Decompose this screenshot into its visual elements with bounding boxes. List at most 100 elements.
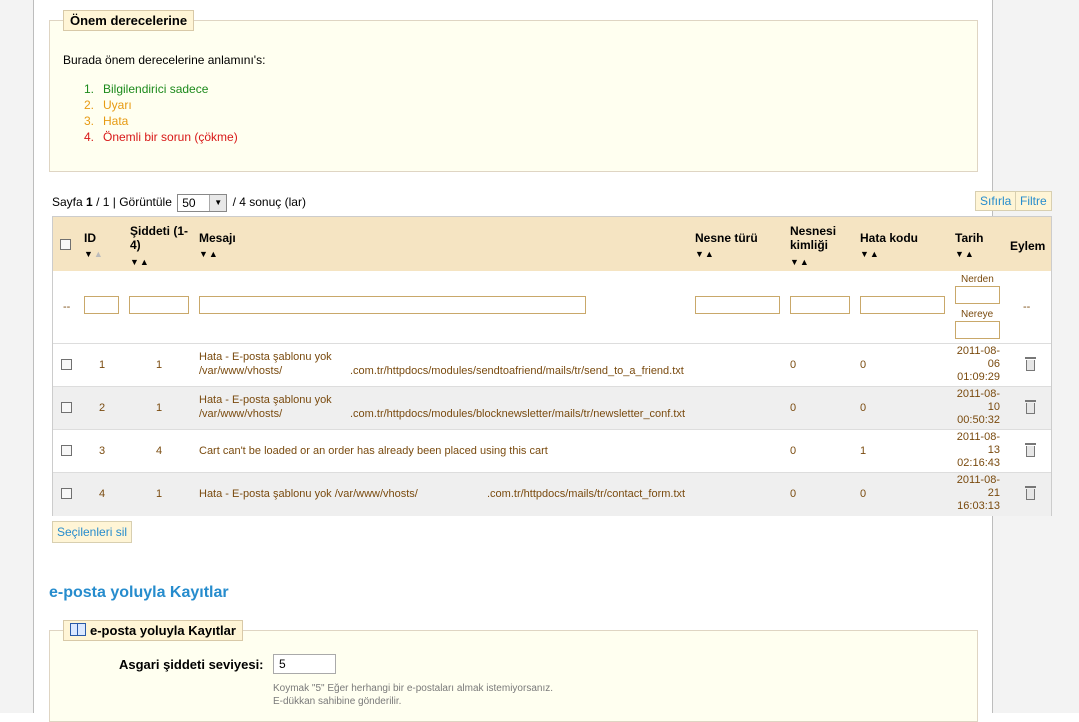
pager: Sayfa 1 / 1 | Görüntüle 50 ▼ / 4 sonuç (… (52, 194, 306, 212)
sort-object-id[interactable]: ▼▲ (790, 257, 810, 267)
delete-selected-button[interactable]: Seçilenleri sil (52, 521, 133, 543)
severity-legend: Önem derecelerine (63, 10, 195, 31)
email-section-title: e-posta yoluyla Kayıtlar (49, 584, 229, 601)
filter-message-input[interactable] (199, 296, 586, 314)
severity-level-label: Hata (103, 114, 129, 128)
row-date-line2: 10 (987, 401, 1000, 413)
sort-id[interactable]: ▼▲ (84, 249, 104, 259)
trash-icon[interactable] (1025, 443, 1036, 457)
row-date-line1: 2011-08- (956, 388, 1000, 400)
severity-level-label: Bilgilendirici sadece (103, 82, 209, 96)
logs-table: ID ▼▲ Şiddeti (1-4) ▼▲ Mesajı ▼▲ Nesne t… (52, 216, 1052, 516)
severity-level-label: Uyarı (103, 98, 132, 112)
min-severity-hint-1: Koymak "5" Eğer herhangi bir e-postaları… (273, 683, 553, 694)
sort-object-type[interactable]: ▼▲ (695, 249, 715, 259)
severity-level-item: 1. Bilgilendirici sadece (84, 82, 208, 96)
sort-date[interactable]: ▼▲ (955, 249, 975, 259)
row-error-code: 0 (860, 359, 867, 371)
min-severity-hint-2: E-dükkan sahibine gönderilir. (273, 696, 402, 707)
severity-level-label: Önemli bir sorun (çökme) (103, 130, 238, 144)
book-icon (70, 623, 86, 636)
row-message-line3: .com.tr/httpdocs/modules/sendtoafriend/m… (350, 365, 684, 377)
filter-object-id-input[interactable] (790, 296, 850, 314)
row-date-line2: 13 (987, 444, 1000, 456)
row-severity: 1 (156, 488, 163, 500)
table-row: 2 1 Hata - E-posta şablonu yok/var/www/vho… (53, 386, 1051, 430)
severity-level-number: 2. (84, 98, 95, 112)
per-page-select[interactable]: 50 ▼ (177, 194, 228, 212)
row-severity: 4 (156, 445, 163, 457)
chevron-down-icon[interactable]: ▼ (209, 195, 227, 211)
row-error-code: 0 (860, 402, 867, 414)
trash-icon[interactable] (1025, 357, 1036, 371)
row-severity: 1 (156, 402, 163, 414)
row-id: 3 (99, 445, 106, 457)
table-row: 3 4 Cart can't be loaded or an order has a… (53, 429, 1051, 473)
filter-severity-input[interactable] (129, 296, 189, 314)
filter-button[interactable]: Filtre (1015, 191, 1052, 211)
pager-result: / 4 sonuç (lar) (232, 195, 306, 210)
severity-fieldset (49, 20, 978, 172)
left-gutter (0, 0, 34, 713)
pager-total: / 1 | Görüntüle (96, 195, 172, 210)
severity-level-number: 3. (84, 114, 95, 128)
filter-object-type-input[interactable] (695, 296, 780, 314)
reset-button[interactable]: Sıfırla (975, 191, 1017, 211)
table-header: ID ▼▲ Şiddeti (1-4) ▼▲ Mesajı ▼▲ Nesne t… (53, 217, 1051, 271)
row-date-line2: 21 (987, 487, 1000, 499)
min-severity-label: Asgari şiddeti seviyesi: (119, 657, 264, 672)
severity-intro: Burada önem derecelerine anlamını's: (63, 53, 266, 67)
col-action: Eylem (1010, 239, 1046, 253)
row-date-time: 16:03:13 (957, 500, 1000, 512)
filter-dash: -- (63, 301, 71, 313)
filter-date-from-input[interactable] (955, 286, 1000, 304)
severity-level-item: 3. Hata (84, 114, 128, 128)
row-message-line1: Hata - E-posta şablonu yok /var/www/vhos… (199, 488, 418, 500)
table-row: 1 1 Hata - E-posta şablonu yok/var/www/vho… (53, 343, 1051, 387)
row-date-time: 02:16:43 (957, 457, 1000, 469)
filter-date-to-label: Nereye (961, 309, 994, 320)
col-severity: Şiddeti (1-4) (130, 224, 189, 252)
row-object-id: 0 (790, 402, 797, 414)
row-checkbox[interactable] (61, 402, 72, 413)
row-checkbox[interactable] (61, 359, 72, 370)
row-checkbox[interactable] (61, 445, 72, 456)
table-row: 4 1 Hata - E-posta şablonu yok /var/www/vh… (53, 472, 1051, 516)
row-error-code: 0 (860, 488, 867, 500)
severity-level-number: 4. (84, 130, 95, 144)
row-object-id: 0 (790, 488, 797, 500)
sort-error-code[interactable]: ▼▲ (860, 249, 880, 259)
email-legend: e-posta yoluyla Kayıtlar (63, 620, 243, 641)
row-checkbox[interactable] (61, 488, 72, 499)
filter-date-to-input[interactable] (955, 321, 1000, 339)
email-legend-text: e-posta yoluyla Kayıtlar (90, 623, 236, 638)
filter-id-input[interactable] (84, 296, 119, 314)
trash-icon[interactable] (1025, 486, 1036, 500)
filter-error-code-input[interactable] (860, 296, 945, 314)
row-date-line2: 06 (987, 358, 1000, 370)
row-message-line2: /var/www/vhosts/ (199, 408, 283, 420)
row-message-line1: Hata - E-posta şablonu yok (199, 394, 332, 406)
sort-severity[interactable]: ▼▲ (130, 257, 150, 267)
col-object-id: Nesnesi kimliği (790, 224, 837, 252)
filter-action-dash: -- (1023, 301, 1031, 313)
severity-level-item: 2. Uyarı (84, 98, 132, 112)
row-date-time: 01:09:29 (957, 371, 1000, 383)
pager-page: 1 (86, 195, 93, 210)
select-all-checkbox[interactable] (60, 239, 71, 250)
min-severity-input[interactable] (273, 654, 336, 674)
row-message-line3: .com.tr/httpdocs/mails/tr/contact_form.t… (487, 488, 686, 500)
col-object-type: Nesne türü (695, 231, 758, 245)
filter-date-from-label: Nerden (961, 274, 994, 285)
row-message-line1: Cart can't be loaded or an order has alr… (199, 445, 548, 457)
row-message-line2: /var/www/vhosts/ (199, 365, 283, 377)
sort-message[interactable]: ▼▲ (199, 249, 219, 259)
trash-icon[interactable] (1025, 400, 1036, 414)
row-date-line1: 2011-08- (956, 345, 1000, 357)
severity-level-item: 4. Önemli bir sorun (çökme) (84, 130, 238, 144)
row-object-id: 0 (790, 445, 797, 457)
row-message-line1: Hata - E-posta şablonu yok (199, 351, 332, 363)
filter-row: -- Nerden Nereye -- (53, 271, 1051, 343)
pager-prefix: Sayfa (52, 195, 83, 210)
row-date-time: 00:50:32 (957, 414, 1000, 426)
